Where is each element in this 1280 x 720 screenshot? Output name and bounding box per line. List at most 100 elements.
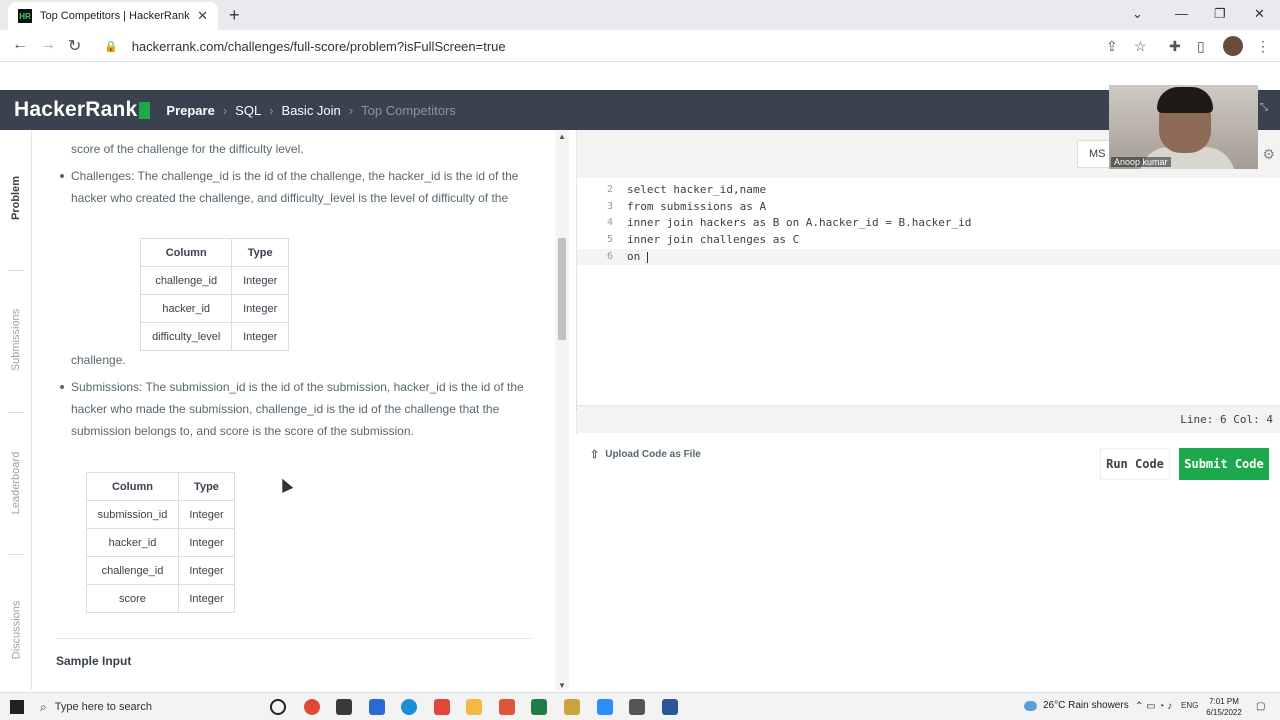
close-tab-icon[interactable]: ✕ xyxy=(197,8,208,24)
hackerrank-header: HackerRank Prepare › SQL › Basic Join › … xyxy=(0,90,1280,130)
column-header: Type xyxy=(177,472,236,501)
upload-code-button[interactable]: ⇧ Upload Code as File xyxy=(590,448,701,461)
hackerrank-logo[interactable]: HackerRank xyxy=(14,98,151,122)
close-window-icon[interactable]: ✕ xyxy=(1254,6,1265,22)
address-bar-row: ← → ↻ 🔒 hackerrank.com/challenges/full-s… xyxy=(0,30,1280,62)
scrollbar-thumb[interactable] xyxy=(558,238,566,340)
minimize-icon[interactable]: — xyxy=(1175,6,1188,21)
taskbar-search[interactable]: ⌕ Type here to search xyxy=(34,696,258,718)
zoom-icon[interactable] xyxy=(597,699,613,715)
share-icon[interactable]: ⇪ xyxy=(1106,38,1118,55)
breadcrumb: Prepare › SQL › Basic Join › Top Competi… xyxy=(166,103,455,118)
webcam-overlay: Anoop kumar xyxy=(1109,85,1258,169)
chrome-icon[interactable] xyxy=(304,699,320,715)
url-text: hackerrank.com/challenges/full-score/pro… xyxy=(131,38,506,54)
hackerrank-favicon-icon: HR xyxy=(18,9,32,23)
forward-icon[interactable]: → xyxy=(40,36,56,54)
scroll-up-icon[interactable]: ▲ xyxy=(558,132,566,141)
tab-submissions[interactable]: Submissions xyxy=(0,300,32,380)
url-field[interactable]: 🔒 hackerrank.com/challenges/full-score/p… xyxy=(96,34,1156,58)
code-line: 5 inner join challenges as C xyxy=(606,233,800,247)
system-tray-icons[interactable]: ⌃ ▭ ◔ ♪ xyxy=(1135,701,1172,712)
excel-icon[interactable] xyxy=(531,699,547,715)
text-cursor xyxy=(647,251,648,263)
notification-icon[interactable]: ▢ xyxy=(1256,701,1265,712)
tab-problem[interactable]: Problem xyxy=(0,170,32,226)
weather-widget[interactable]: 26°C Rain showers xyxy=(1024,700,1129,711)
problem-scrollbar[interactable]: ▲ ▼ xyxy=(555,130,569,690)
challenges-description: hacker who created the challenge, and di… xyxy=(71,191,509,205)
logo-text: HackerRank xyxy=(14,98,138,121)
table-cell: Integer xyxy=(231,322,289,351)
table-cell: hacker_id xyxy=(139,294,233,323)
edge-icon[interactable] xyxy=(401,699,417,715)
close-icon[interactable]: ⤡ xyxy=(1260,102,1268,113)
table-cell: Integer xyxy=(177,500,236,529)
restore-icon[interactable]: ❐ xyxy=(1214,6,1226,22)
editor-status: Line: 6 Col: 4 xyxy=(577,405,1280,433)
table-row: difficulty_level Integer xyxy=(139,322,289,351)
chevron-right-icon: › xyxy=(222,102,228,118)
word-icon[interactable] xyxy=(662,699,678,715)
profile-avatar[interactable] xyxy=(1223,36,1243,56)
sample-input-heading: Sample Input xyxy=(56,654,132,668)
side-panel-icon[interactable]: ▯ xyxy=(1197,38,1205,55)
language-indicator[interactable]: ENG xyxy=(1181,701,1198,710)
submissions-description: hacker who made the submission, challeng… xyxy=(71,402,500,416)
app-icon[interactable] xyxy=(369,699,385,715)
code-editor[interactable]: 2 select hacker_id,name 3 from submissions… xyxy=(577,182,1280,266)
tab-search-icon[interactable]: ⌄ xyxy=(1132,6,1143,22)
extensions-icon[interactable]: ✚ xyxy=(1169,38,1181,55)
divider xyxy=(56,638,532,639)
challenges-table: Column Type challenge_id Integer hacker_… xyxy=(139,238,289,351)
crumb-basic-join[interactable]: Basic Join xyxy=(282,103,341,118)
problem-side-tabs: Problem Submissions Leaderboard Discussi… xyxy=(0,130,32,690)
weather-icon xyxy=(1024,700,1037,711)
code-line: 4 inner join hackers as B on A.hacker_id … xyxy=(606,216,972,230)
tab-leaderboard[interactable]: Leaderboard xyxy=(0,440,32,526)
reload-icon[interactable]: ↻ xyxy=(68,36,81,56)
scroll-down-icon[interactable]: ▼ xyxy=(558,681,566,690)
clock[interactable]: 7:01 PM 6/15/2022 xyxy=(1205,696,1243,718)
column-header: Type xyxy=(231,238,289,267)
bookmark-star-icon[interactable]: ☆ xyxy=(1134,38,1147,55)
table-cell: challenge_id xyxy=(139,266,233,295)
new-tab-icon[interactable]: + xyxy=(229,5,240,26)
bullet xyxy=(60,174,64,178)
submissions-description: Submissions: The submission_id is the id… xyxy=(71,380,524,394)
office-icon[interactable] xyxy=(499,699,515,715)
app-icon[interactable] xyxy=(629,699,645,715)
browser-tab-bar: HR Top Competitors | HackerRank ✕ + ⌄ — … xyxy=(0,0,1280,30)
app-icon[interactable] xyxy=(564,699,580,715)
code-editor-panel: MS S ⚙ 2 select hacker_id,name 3 from subm… xyxy=(576,130,1280,435)
crumb-top-competitors: Top Competitors xyxy=(361,102,456,118)
table-cell: Integer xyxy=(231,266,289,295)
mail-icon[interactable] xyxy=(336,699,352,715)
weather-text: 26°C Rain showers xyxy=(1043,700,1129,711)
divider xyxy=(8,270,24,271)
search-placeholder: Type here to search xyxy=(54,701,152,713)
resize-handle-icon[interactable]: ⋮ xyxy=(572,400,581,411)
gear-icon[interactable]: ⚙ xyxy=(1262,146,1275,163)
windows-taskbar: ⌕ Type here to search 26°C Rain showers … xyxy=(0,692,1280,720)
crumb-prepare[interactable]: Prepare xyxy=(166,103,214,118)
menu-icon[interactable]: ⋮ xyxy=(1256,38,1270,55)
browser-tab[interactable]: HR Top Competitors | HackerRank ✕ xyxy=(8,2,218,30)
submit-code-button[interactable]: Submit Code xyxy=(1179,448,1269,480)
table-row: submission_id Integer xyxy=(86,500,236,529)
tab-discussions[interactable]: Discussions xyxy=(0,590,32,670)
chevron-right-icon: › xyxy=(348,102,354,118)
crumb-sql[interactable]: SQL xyxy=(235,103,261,118)
cortana-icon[interactable] xyxy=(270,699,286,715)
file-explorer-icon[interactable] xyxy=(466,699,482,715)
table-row: challenge_id Integer xyxy=(86,556,236,585)
table-cell: Integer xyxy=(177,556,236,585)
table-row: hacker_id Integer xyxy=(86,528,236,557)
windows-start-icon[interactable] xyxy=(10,700,24,714)
table-cell: hacker_id xyxy=(86,528,179,557)
app-icon[interactable] xyxy=(434,699,450,715)
clock-date: 6/15/2022 xyxy=(1206,708,1242,717)
back-icon[interactable]: ← xyxy=(12,36,28,54)
run-code-button[interactable]: Run Code xyxy=(1100,448,1170,480)
table-cell: difficulty_level xyxy=(139,322,233,351)
